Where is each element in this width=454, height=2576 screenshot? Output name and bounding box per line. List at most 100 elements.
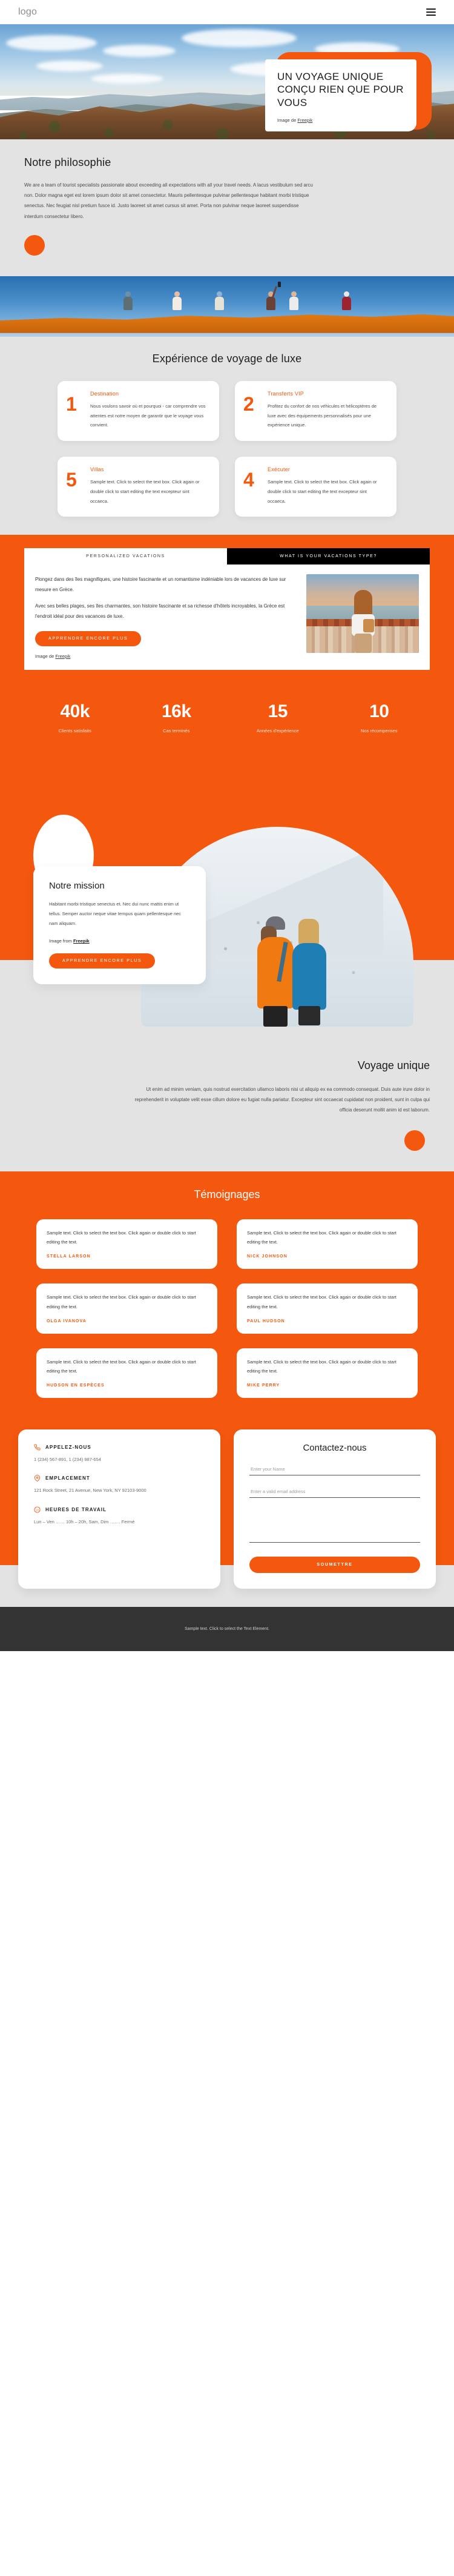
cloud-icon [182,29,297,47]
tab-bar: PERSONALIZED VACATIONS WHAT IS YOUR VACA… [24,548,430,565]
card-number: 5 [66,469,77,491]
contact-call-title: APPELEZ-NOUS [45,1445,91,1451]
stat-label: Clients satisfaits [58,728,91,733]
testimonial-author: HUDSON EN ESPÈCES [47,1383,105,1388]
tab-paragraph-1: Plongez dans des îles magnifiques, une h… [35,577,286,593]
stat-item: 10 Nos récompenses [329,701,430,733]
stat-value: 40k [60,701,90,721]
decorative-orange-circle [404,1130,425,1151]
stat-value: 15 [268,701,288,721]
testimonial-text: Sample text. Click to select the text bo… [247,1230,396,1245]
stat-item: 16k Cas terminés [126,701,228,733]
card-title: Exécuter [268,466,291,472]
luxury-card[interactable]: 2 Transferts VIP Profitez du confort de … [235,380,396,441]
luxury-card[interactable]: 1 Destination Nous voulons savoir où et … [58,380,219,441]
stats-section: 40k Clients satisfaits 16k Cas terminés … [0,694,454,754]
mission-image-credit: Image from Freepik [49,938,190,944]
cloud-icon [6,35,97,51]
map-pin-icon [34,1475,41,1482]
tab-vacations-type[interactable]: WHAT IS YOUR VACATIONS TYPE? [227,548,430,565]
credit-prefix: Image de [35,654,56,659]
card-title: Villas [90,466,104,472]
cloud-icon [91,74,163,84]
card-title: Destination [90,390,119,397]
philosophy-heading: Notre philosophie [24,156,111,168]
testimonial-text: Sample text. Click to select the text bo… [247,1294,396,1310]
site-header: logo [0,0,454,24]
footer-text: Sample text. Click to select the Text El… [185,1627,269,1632]
testimonial-card[interactable]: Sample text. Click to select the text bo… [36,1348,217,1399]
card-title: Transferts VIP [268,390,304,397]
stat-label: Nos récompenses [361,728,398,733]
phone-icon [34,1444,41,1451]
card-number: 2 [243,392,254,415]
unique-heading: Voyage unique [357,1059,430,1071]
testimonials-section: Témoignages Sample text. Click to select… [0,1171,454,1425]
card-text: Nous voulons savoir où et pourquoi - car… [90,403,206,428]
card-text: Profitez du confort de nos véhicules et … [268,403,377,428]
hero-title-card: UN VOYAGE UNIQUE CONÇU RIEN QUE POUR VOU… [265,59,416,131]
burger-line [426,8,436,10]
contact-location-row: EMPLACEMENT 121 Rock Street, 21 Avenue, … [34,1475,205,1495]
freepik-link[interactable]: Freepik [55,654,70,659]
contact-form-heading: Contactez-nous [303,1443,367,1454]
stat-label: Années d'expérience [256,728,299,733]
tab-image-credit: Image de Freepik [35,654,298,659]
testimonial-card[interactable]: Sample text. Click to select the text bo… [237,1283,418,1334]
tab-personalized-vacations[interactable]: PERSONALIZED VACATIONS [24,548,227,565]
hamburger-menu-icon[interactable] [426,8,436,16]
luxury-card[interactable]: 5 Villas Sample text. Click to select th… [58,457,219,517]
testimonial-card[interactable]: Sample text. Click to select the text bo… [36,1219,217,1270]
hiker-blue-jacket [292,919,327,1025]
svg-text:24: 24 [36,1508,39,1511]
cloud-icon [103,45,176,57]
message-textarea[interactable] [249,1508,420,1543]
testimonial-card[interactable]: Sample text. Click to select the text bo… [237,1219,418,1270]
luxury-card[interactable]: 4 Exécuter Sample text. Click to select … [235,457,396,517]
card-text: Sample text. Click to select the text bo… [90,479,200,504]
testimonial-text: Sample text. Click to select the text bo… [47,1230,196,1245]
card-number: 1 [66,392,77,415]
mission-heading: Notre mission [49,881,105,891]
contact-location-value: 121 Rock Street, 21 Avenue, New York, NY… [34,1488,146,1494]
testimonial-card[interactable]: Sample text. Click to select the text bo… [237,1348,418,1399]
credit-prefix: Image de [277,117,298,123]
philosophy-body: We are a team of tourist specialists pas… [24,182,313,219]
email-input[interactable] [249,1485,420,1498]
contact-call-value[interactable]: 1 (234) 567-891, 1 (234) 987-654 [34,1455,205,1464]
testimonial-card[interactable]: Sample text. Click to select the text bo… [36,1283,217,1334]
contact-section: APPELEZ-NOUS 1 (234) 567-891, 1 (234) 98… [0,1425,454,1608]
freepik-link[interactable]: Freepik [297,118,312,123]
burger-line [426,15,436,16]
unique-body: Ut enim ad minim veniam, quis nostrud ex… [134,1087,430,1113]
stat-item: 40k Clients satisfaits [24,701,126,733]
name-input[interactable] [249,1463,420,1476]
learn-more-button[interactable]: APPRENDRE ENCORE PLUS [35,631,142,646]
burger-line [426,11,436,13]
card-number: 4 [243,469,254,491]
luxury-experience-section: Expérience de voyage de luxe 1 Destinati… [0,336,454,535]
mission-learn-more-button[interactable]: APPRENDRE ENCORE PLUS [49,953,156,969]
testimonial-author: NICK JOHNSON [247,1254,288,1259]
unique-trip-section: Voyage unique Ut enim ad minim veniam, q… [0,1057,454,1171]
submit-button[interactable]: SOUMETTRE [249,1557,420,1574]
personalized-vacations-section: PERSONALIZED VACATIONS WHAT IS YOUR VACA… [0,535,454,694]
testimonial-author: MIKE PERRY [247,1383,280,1388]
philosophy-section: Notre philosophie We are a team of touri… [0,139,454,276]
credit-prefix: Image from [49,938,74,944]
testimonial-author: STELLA LARSON [47,1254,91,1259]
testimonial-author: OLGA IVANOVA [47,1319,87,1323]
logo[interactable]: logo [18,7,37,18]
mission-card: Notre mission Habitant morbi tristique s… [33,866,206,985]
testimonial-text: Sample text. Click to select the text bo… [47,1359,196,1374]
tab-paragraph-2: Avec ses belles plages, ses îles charman… [35,603,285,619]
clock-24h-icon: 24 [34,1506,41,1513]
contact-hours-title: HEURES DE TRAVAIL [45,1506,107,1512]
testimonials-heading: Témoignages [194,1188,260,1200]
freepik-link[interactable]: Freepik [73,938,90,944]
traveler-figure [342,291,351,310]
contact-hours-row: 24 HEURES DE TRAVAIL Lun – Ven …… 10h – … [34,1506,205,1526]
tab-panel: Plongez dans des îles magnifiques, une h… [24,565,430,670]
contact-hours-value: Lun – Ven …… 10h – 20h, Sam, Dim ……. Fer… [34,1518,135,1525]
greece-traveler-photo [306,574,419,654]
